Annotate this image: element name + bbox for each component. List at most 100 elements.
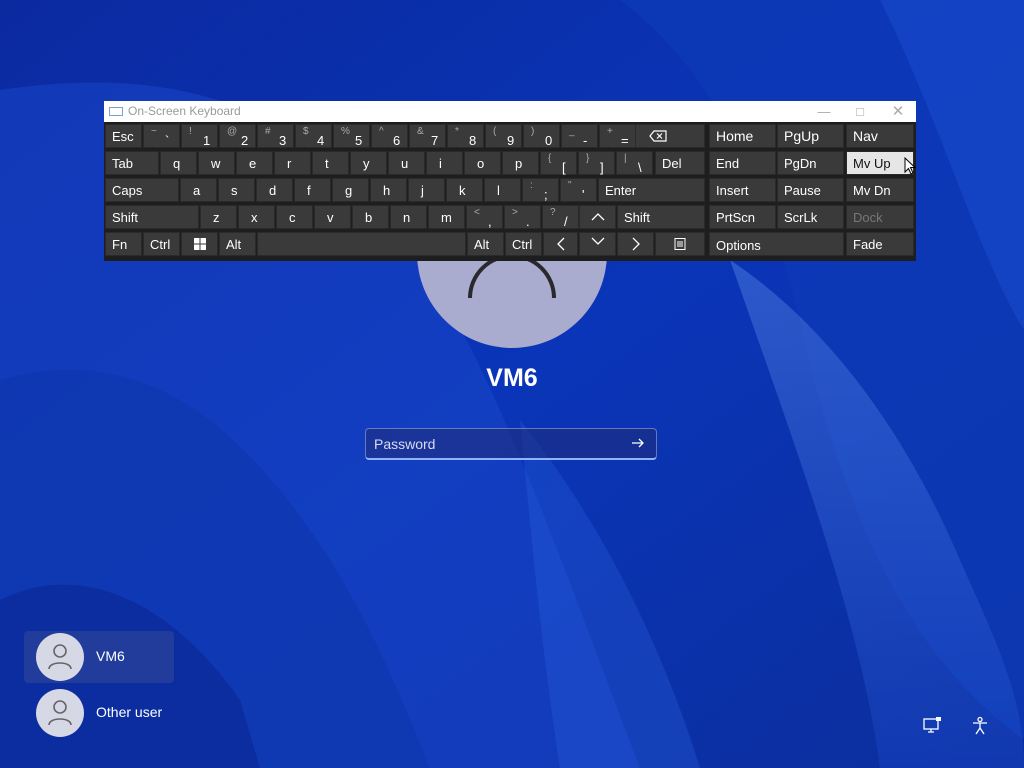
key-e[interactable]: e: [236, 151, 273, 175]
key-ctrl-right[interactable]: Ctrl: [505, 232, 542, 256]
key-v[interactable]: v: [314, 205, 351, 229]
key-insert[interactable]: Insert: [709, 178, 776, 202]
key-row1-8[interactable]: * 8: [447, 124, 484, 148]
options-button[interactable]: Options: [709, 232, 844, 256]
key-backspace[interactable]: [635, 124, 705, 148]
key-p[interactable]: p: [502, 151, 539, 175]
key-row1-0[interactable]: ~ `: [143, 124, 180, 148]
key-label: z: [213, 210, 220, 225]
key-n[interactable]: n: [390, 205, 427, 229]
key-b[interactable]: b: [352, 205, 389, 229]
key-sym3-1[interactable]: " ': [560, 178, 597, 202]
key-shift-left[interactable]: Shift: [105, 205, 199, 229]
key-sym2-0[interactable]: {[: [540, 151, 577, 175]
key-t[interactable]: t: [312, 151, 349, 175]
osk-title-bar[interactable]: On-Screen Keyboard — □ ✕: [104, 101, 916, 122]
accessibility-icon[interactable]: [970, 716, 990, 736]
key-row1-3[interactable]: #3: [257, 124, 294, 148]
key-menu[interactable]: [655, 232, 705, 256]
key-enter[interactable]: Enter: [598, 178, 705, 202]
key-y[interactable]: y: [350, 151, 387, 175]
key-home[interactable]: Home: [709, 124, 776, 148]
key-shift-label: $: [303, 126, 309, 137]
key-r[interactable]: r: [274, 151, 311, 175]
key-arrow-right[interactable]: [617, 232, 654, 256]
maximize-button[interactable]: □: [842, 101, 878, 122]
key-arrow-down[interactable]: [579, 232, 616, 256]
key-c[interactable]: c: [276, 205, 313, 229]
key-space[interactable]: [257, 232, 466, 256]
network-icon[interactable]: [922, 716, 942, 736]
key-sym4-2[interactable]: ? /: [542, 205, 579, 229]
key-fn[interactable]: Fn: [105, 232, 142, 256]
key-label: y: [363, 156, 370, 171]
key-caps[interactable]: Caps: [105, 178, 179, 202]
key-ctrl-left[interactable]: Ctrl: [143, 232, 180, 256]
key-row1-9[interactable]: (9: [485, 124, 522, 148]
key-label: l: [497, 183, 500, 198]
key-pgdn[interactable]: PgDn: [777, 151, 844, 175]
key-a[interactable]: a: [180, 178, 217, 202]
key-h[interactable]: h: [370, 178, 407, 202]
key-row1-11[interactable]: _ -: [561, 124, 598, 148]
key-pgup[interactable]: PgUp: [777, 124, 844, 148]
key-row1-6[interactable]: ^ 6: [371, 124, 408, 148]
key-scrlk[interactable]: ScrLk: [777, 205, 844, 229]
key-row1-1[interactable]: ! 1: [181, 124, 218, 148]
key-arrow-left[interactable]: [543, 232, 578, 256]
key-o[interactable]: o: [464, 151, 501, 175]
key-x[interactable]: x: [238, 205, 275, 229]
key-nav[interactable]: Nav: [846, 124, 914, 148]
key-del[interactable]: Del: [655, 151, 705, 175]
key-mv-dn[interactable]: Mv Dn: [846, 178, 914, 202]
key-sym2-1[interactable]: }]: [578, 151, 615, 175]
key-shift-label: !: [189, 126, 192, 137]
key-sym3-0[interactable]: :;: [522, 178, 559, 202]
key-shift-right[interactable]: Shift: [617, 205, 705, 229]
key-w[interactable]: w: [198, 151, 235, 175]
key-end[interactable]: End: [709, 151, 776, 175]
key-arrow-up[interactable]: [579, 205, 616, 229]
key-l[interactable]: l: [484, 178, 521, 202]
key-sym4-1[interactable]: >.: [504, 205, 541, 229]
minimize-button[interactable]: —: [806, 101, 842, 122]
key-f[interactable]: f: [294, 178, 331, 202]
key-row1-4[interactable]: $4: [295, 124, 332, 148]
key-i[interactable]: i: [426, 151, 463, 175]
key-row1-12[interactable]: + =: [599, 124, 636, 148]
key-s[interactable]: s: [218, 178, 255, 202]
key-z[interactable]: z: [200, 205, 237, 229]
key-prtscn[interactable]: PrtScn: [709, 205, 776, 229]
user-item-vm6[interactable]: VM6: [24, 631, 174, 683]
key-shift-label: (: [493, 126, 497, 137]
key-fade[interactable]: Fade: [846, 232, 914, 256]
user-item-other-user[interactable]: Other user: [24, 687, 174, 739]
key-pause[interactable]: Pause: [777, 178, 844, 202]
key-q[interactable]: q: [160, 151, 197, 175]
on-screen-keyboard-window[interactable]: On-Screen Keyboard — □ ✕ Esc Tab Del Cap…: [104, 101, 916, 261]
key-row1-7[interactable]: & 7: [409, 124, 446, 148]
key-alt-left[interactable]: Alt: [219, 232, 256, 256]
key-row1-5[interactable]: % 5: [333, 124, 370, 148]
key-row1-2[interactable]: @2: [219, 124, 256, 148]
key-j[interactable]: j: [408, 178, 445, 202]
password-input[interactable]: Password: [365, 428, 657, 460]
loading-spinner-icon: [468, 258, 556, 299]
key-main-label: ;: [544, 187, 548, 202]
key-m[interactable]: m: [428, 205, 465, 229]
key-d[interactable]: d: [256, 178, 293, 202]
key-windows[interactable]: [181, 232, 218, 256]
keyboard-icon: [109, 107, 123, 116]
key-k[interactable]: k: [446, 178, 483, 202]
key-tab[interactable]: Tab: [105, 151, 159, 175]
close-button[interactable]: ✕: [880, 101, 916, 122]
key-sym2-2[interactable]: | \: [616, 151, 653, 175]
key-row1-10[interactable]: ) 0: [523, 124, 560, 148]
key-sym4-0[interactable]: <,: [466, 205, 503, 229]
key-esc[interactable]: Esc: [105, 124, 142, 148]
key-u[interactable]: u: [388, 151, 425, 175]
submit-arrow-icon[interactable]: [630, 435, 646, 451]
key-g[interactable]: g: [332, 178, 369, 202]
key-alt-right[interactable]: Alt: [467, 232, 504, 256]
key-shift-label: %: [341, 126, 350, 137]
